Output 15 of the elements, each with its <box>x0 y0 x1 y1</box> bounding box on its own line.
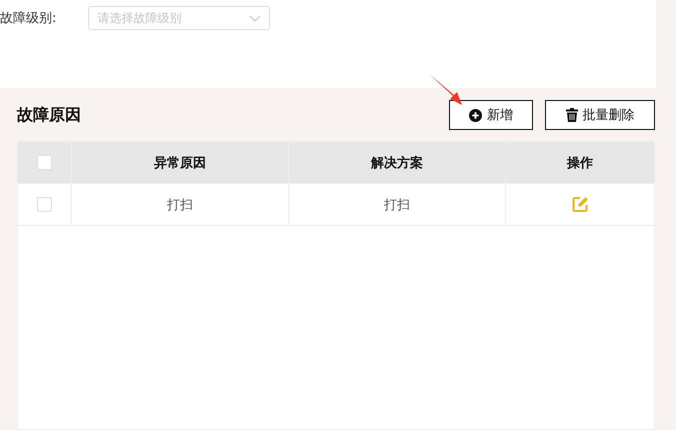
section-title: 故障原因 <box>17 104 81 126</box>
column-header: 异常原因 <box>154 154 206 172</box>
add-button[interactable]: 新增 <box>449 100 533 130</box>
table-cell-text: 打扫 <box>167 196 193 214</box>
column-header: 操作 <box>567 154 593 172</box>
row-checkbox[interactable] <box>37 197 52 212</box>
plus-circle-icon <box>469 108 482 122</box>
trash-icon <box>566 108 578 122</box>
chevron-down-icon <box>249 14 262 22</box>
field-label: 故障级别: <box>0 10 56 27</box>
table-cell-text: 打扫 <box>384 196 410 214</box>
select-all-checkbox[interactable] <box>37 155 52 170</box>
column-header: 解决方案 <box>371 154 423 172</box>
edit-icon[interactable] <box>572 196 588 213</box>
batch-delete-button[interactable]: 批量删除 <box>545 100 655 130</box>
